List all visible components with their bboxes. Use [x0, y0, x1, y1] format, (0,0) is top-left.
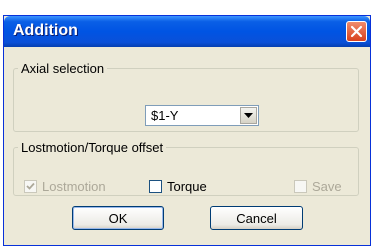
- torque-checkbox[interactable]: Torque: [149, 179, 207, 194]
- lostmotion-checkbox[interactable]: Lostmotion: [24, 179, 106, 194]
- chevron-down-icon: [244, 113, 253, 118]
- lostmotion-checkbox-box[interactable]: [24, 180, 37, 193]
- torque-checkbox-box[interactable]: [149, 180, 162, 193]
- cancel-button[interactable]: Cancel: [210, 206, 303, 230]
- save-checkbox-box[interactable]: [294, 180, 307, 193]
- title-bar[interactable]: Addition: [4, 16, 370, 47]
- addition-dialog: Addition Axial selection $1-Y Lostmotion…: [3, 15, 371, 246]
- axial-select-value: $1-Y: [151, 108, 179, 123]
- axial-select[interactable]: $1-Y: [145, 105, 259, 126]
- checkmark-icon: [26, 182, 35, 190]
- save-checkbox[interactable]: Save: [294, 179, 342, 194]
- offset-group: Lostmotion/Torque offset Lostmotion Torq…: [13, 140, 359, 196]
- lostmotion-label: Lostmotion: [42, 179, 106, 194]
- save-label: Save: [312, 179, 342, 194]
- close-icon: [350, 25, 363, 38]
- close-button[interactable]: [346, 21, 367, 42]
- window-title: Addition: [13, 22, 78, 39]
- torque-label: Torque: [167, 179, 207, 194]
- offset-legend: Lostmotion/Torque offset: [21, 140, 164, 155]
- ok-button[interactable]: OK: [72, 206, 164, 230]
- axial-selection-group: Axial selection $1-Y: [13, 61, 359, 132]
- axial-selection-legend: Axial selection: [21, 61, 105, 76]
- axial-select-dropdown-button[interactable]: [240, 107, 257, 124]
